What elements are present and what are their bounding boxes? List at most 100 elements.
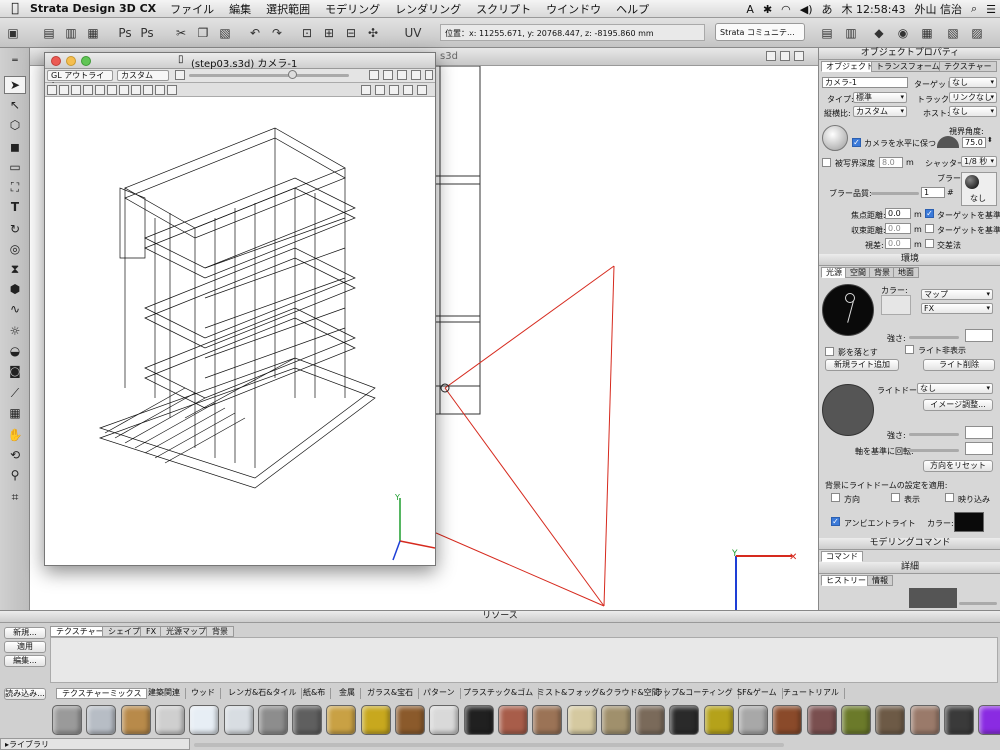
texture-swatch[interactable]: [189, 705, 220, 735]
library-scrollbar[interactable]: [194, 743, 784, 747]
texture-swatch[interactable]: [669, 705, 700, 735]
apple-menu-icon[interactable]: : [0, 1, 30, 16]
convergence-field[interactable]: 0.0: [885, 223, 911, 234]
tab-transform[interactable]: トランスフォーム: [871, 61, 945, 72]
close-window-icon[interactable]: [51, 56, 61, 66]
tab-light[interactable]: 光源: [821, 267, 847, 278]
axis-icon[interactable]: ✣: [364, 24, 382, 41]
nav-iso-icon[interactable]: [143, 85, 153, 95]
tab-info[interactable]: 情報: [867, 575, 893, 586]
torus-tool-icon[interactable]: ◎: [4, 240, 26, 258]
tab-history[interactable]: ヒストリー: [821, 575, 871, 586]
tab-background[interactable]: 背景: [869, 267, 895, 278]
light-strength-field[interactable]: [965, 329, 993, 342]
add-light-button[interactable]: 新規ライト追加: [825, 359, 899, 371]
menubar-clock[interactable]: 木 12:58:43: [842, 1, 906, 17]
focus-target-checkbox[interactable]: ✓: [925, 209, 934, 218]
reset-direction-button[interactable]: 方向をリセット: [923, 460, 993, 472]
hide-light-checkbox[interactable]: [905, 345, 914, 354]
tab-light-maps[interactable]: 光源マップ: [160, 626, 212, 637]
camera-viewport[interactable]: Y: [45, 98, 435, 564]
new-resource-button[interactable]: 新規...: [4, 627, 46, 639]
view-btn-3[interactable]: [794, 51, 804, 61]
axis-rotate-field[interactable]: [965, 442, 993, 455]
render-settings-icon[interactable]: ▥: [842, 24, 860, 41]
redo-icon[interactable]: ↷: [268, 24, 286, 41]
texture-swatch[interactable]: [703, 705, 734, 735]
spotlight-icon[interactable]: ⌕: [971, 2, 977, 16]
texture-swatch[interactable]: [429, 705, 460, 735]
blur-swatch[interactable]: なし: [961, 172, 997, 206]
light-fx-select[interactable]: FX: [921, 303, 993, 314]
ambient-color-swatch[interactable]: [954, 512, 984, 532]
texture-swatch[interactable]: [86, 705, 117, 735]
edit-resource-button[interactable]: 編集...: [4, 655, 46, 667]
texture-swatch[interactable]: [875, 705, 906, 735]
light-dome-ball[interactable]: [822, 384, 874, 436]
ruler-tool-icon[interactable]: ⟋: [4, 384, 26, 402]
camera-window[interactable]: ▯ (step03.s3d) カメラ-1 GL アウトライン カスタム: [44, 52, 436, 566]
menu-edit[interactable]: 編集: [229, 1, 251, 17]
cross-checkbox[interactable]: [925, 239, 934, 248]
hand-tool-icon[interactable]: ✋: [4, 426, 26, 444]
texture-swatch[interactable]: [395, 705, 425, 735]
open-file-icon[interactable]: ▥: [62, 24, 80, 41]
nav-bottom-icon[interactable]: [131, 85, 141, 95]
hand-view-icon[interactable]: [397, 70, 407, 80]
grid-tool-icon[interactable]: ▦: [4, 404, 26, 422]
aspect-select[interactable]: カスタム: [853, 106, 907, 117]
texture-swatch[interactable]: [600, 705, 631, 735]
menu-modeling[interactable]: モデリング: [325, 1, 380, 17]
orbit-tool-icon[interactable]: ⟲: [4, 446, 26, 464]
apply-resource-button[interactable]: 適用: [4, 641, 46, 653]
layers-icon[interactable]: ▧: [944, 24, 962, 41]
magnify-icon[interactable]: [383, 70, 393, 80]
light-color-swatch[interactable]: [881, 295, 911, 315]
library-tab[interactable]: パターン: [418, 688, 461, 699]
bluetooth-icon[interactable]: ✱: [763, 3, 772, 16]
cut-icon[interactable]: ✂: [172, 24, 190, 41]
nav-dolly-icon[interactable]: [389, 85, 399, 95]
dof-field[interactable]: 8.0: [879, 157, 903, 168]
library-tab[interactable]: ウッド: [186, 688, 221, 699]
menu-select[interactable]: 選択範囲: [266, 1, 310, 17]
library-tab[interactable]: 紙&布: [298, 688, 332, 699]
menu-window[interactable]: ウインドウ: [546, 1, 601, 17]
light-map-select[interactable]: マップ: [921, 289, 993, 300]
tab-textures[interactable]: テクスチャー: [50, 626, 110, 637]
library-tab[interactable]: 金属: [334, 688, 361, 699]
library-tab[interactable]: 建築関連: [143, 688, 186, 699]
cube-icon[interactable]: ◆: [870, 24, 888, 41]
track-select[interactable]: リンクなし: [949, 92, 997, 103]
texture-swatch[interactable]: [497, 705, 528, 735]
camera-tool-icon[interactable]: ◙: [4, 362, 26, 380]
library-tab[interactable]: ミスト&フォッグ&クラウド&空間: [532, 688, 666, 699]
menu-file[interactable]: ファイル: [170, 1, 214, 17]
light-bulb-icon[interactable]: ☼: [4, 322, 26, 340]
menu-help[interactable]: ヘルプ: [616, 1, 649, 17]
texture-swatch[interactable]: [463, 705, 494, 735]
nav-down-icon[interactable]: [59, 85, 69, 95]
texture-swatch[interactable]: [292, 705, 323, 735]
cube-tool-icon[interactable]: ◼: [4, 138, 26, 156]
nav-reset-icon[interactable]: [155, 85, 165, 95]
direction-checkbox[interactable]: [831, 493, 840, 502]
texture-swatch[interactable]: [806, 705, 837, 735]
tab-ground[interactable]: 地面: [893, 267, 919, 278]
zoom-slider[interactable]: [189, 74, 349, 77]
light-strength-slider[interactable]: [909, 336, 959, 339]
nav-back-icon[interactable]: [107, 85, 117, 95]
host-select[interactable]: なし: [949, 106, 997, 117]
grid-icon[interactable]: ⊞: [320, 24, 338, 41]
app-menu[interactable]: Strata Design 3D CX: [30, 2, 156, 15]
save-file-icon[interactable]: ▦: [84, 24, 102, 41]
tab-texture[interactable]: テクスチャー: [939, 61, 997, 72]
undo-icon[interactable]: ↶: [246, 24, 264, 41]
path-tool-icon[interactable]: ∿: [4, 300, 26, 318]
subselect-icon[interactable]: ↖: [4, 96, 26, 114]
tab-fx[interactable]: FX: [140, 626, 163, 637]
blur-quality-slider[interactable]: [871, 192, 919, 195]
adobe-icon[interactable]: A: [746, 3, 754, 16]
select-arrow-icon[interactable]: ➤: [4, 76, 26, 94]
zoom-window-icon[interactable]: [81, 56, 91, 66]
